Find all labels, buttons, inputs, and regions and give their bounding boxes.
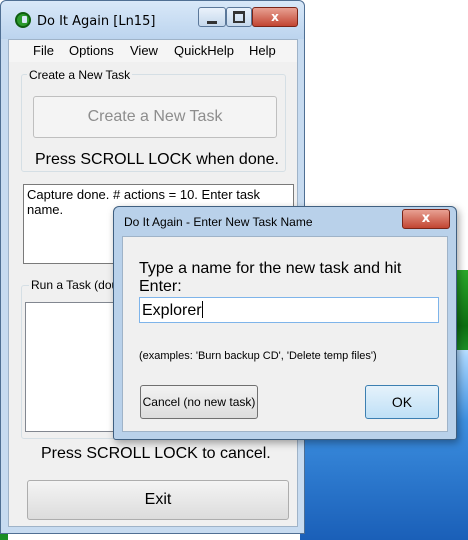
close-icon: x bbox=[421, 211, 431, 226]
text-caret bbox=[201, 301, 203, 318]
maximize-icon bbox=[233, 11, 245, 23]
dialog-close-button[interactable]: x bbox=[402, 209, 450, 229]
dialog-prompt: Type a name for the new task and hit Ent… bbox=[139, 260, 402, 295]
cancel-button[interactable]: Cancel (no new task) bbox=[140, 385, 258, 419]
task-name-value: Explorer bbox=[142, 302, 202, 319]
menu-view[interactable]: View bbox=[130, 43, 158, 58]
exit-button[interactable]: Exit bbox=[27, 480, 289, 520]
create-new-task-button[interactable]: Create a New Task bbox=[33, 96, 277, 138]
close-icon: x bbox=[271, 10, 279, 24]
minimize-button[interactable] bbox=[198, 7, 226, 27]
run-task-hint: Press SCROLL LOCK to cancel. bbox=[41, 445, 271, 462]
maximize-button[interactable] bbox=[226, 7, 252, 27]
window-title: Do It Again [Ln15] bbox=[37, 14, 156, 29]
app-icon bbox=[15, 12, 31, 28]
dialog-title: Do It Again - Enter New Task Name bbox=[124, 215, 313, 229]
dialog-body: Type a name for the new task and hit Ent… bbox=[122, 236, 448, 432]
enter-task-name-dialog: Do It Again - Enter New Task Name x Type… bbox=[113, 206, 457, 440]
menu-quickhelp[interactable]: QuickHelp bbox=[174, 43, 234, 58]
dialog-examples: (examples: 'Burn backup CD', 'Delete tem… bbox=[139, 350, 377, 362]
menu-bar: File Options View QuickHelp Help bbox=[9, 40, 297, 62]
main-titlebar[interactable]: Do It Again [Ln15] x bbox=[1, 1, 304, 39]
minimize-icon bbox=[207, 21, 217, 24]
create-task-group-label: Create a New Task bbox=[27, 68, 133, 82]
create-task-hint: Press SCROLL LOCK when done. bbox=[35, 151, 279, 168]
task-list[interactable] bbox=[25, 302, 125, 432]
menu-options[interactable]: Options bbox=[69, 43, 114, 58]
ok-button[interactable]: OK bbox=[365, 385, 439, 419]
task-name-input[interactable]: Explorer bbox=[139, 297, 439, 323]
menu-file[interactable]: File bbox=[33, 43, 54, 58]
menu-help[interactable]: Help bbox=[249, 43, 276, 58]
close-button[interactable]: x bbox=[252, 7, 298, 27]
